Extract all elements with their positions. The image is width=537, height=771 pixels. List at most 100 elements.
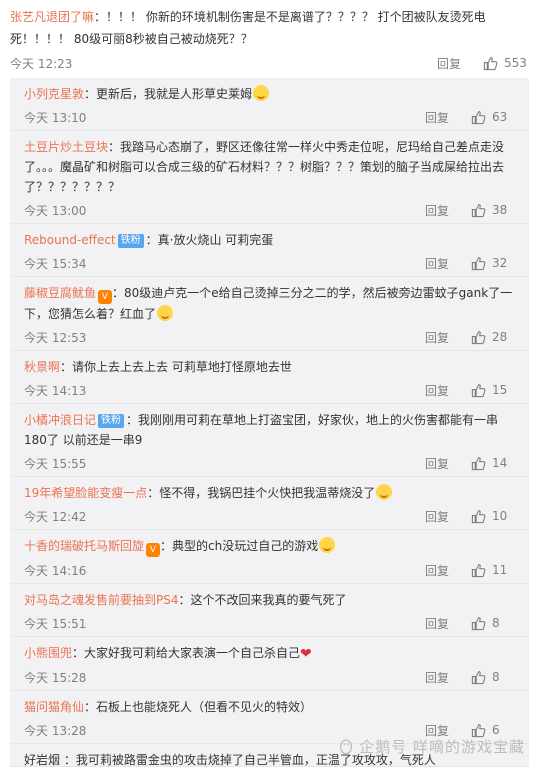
thumbs-up-icon (471, 509, 486, 523)
thumbs-up-icon (471, 203, 486, 217)
reply-button[interactable]: 回复 (425, 615, 471, 632)
reply-body: ：典型的ch没玩过自己的游戏 (160, 539, 319, 553)
reply-username[interactable]: 藤椒豆腐鱿鱼 (24, 286, 96, 300)
reply-body: ：大家好我可莉给大家表演一个自己杀自己 (72, 646, 301, 660)
reply-username[interactable]: 秋景啊 (24, 360, 60, 374)
like-count: 28 (492, 330, 508, 344)
watermark: 企鹅号 咩嘀的游戏宝藏 (337, 736, 525, 757)
like-count: 32 (492, 256, 508, 270)
reply-meta: 今天 12:53 回复 28 (24, 326, 515, 348)
reply-text: 对马岛之魂发售前要抽到PS4：这个不改回来我真的要气死了 (24, 590, 515, 610)
reply-body: ：这个不改回来我真的要气死了 (178, 593, 347, 607)
like-button[interactable]: 11 (471, 563, 515, 578)
main-comment-text: 张艺凡退团了嘛：！！！ 你新的环境机制伤害是不是离谱了？？？？ 打个团被队友烫死… (10, 6, 527, 50)
like-count: 63 (492, 110, 508, 124)
thumbs-up-icon (471, 616, 486, 630)
broken-heart-icon: ❤ (300, 646, 312, 662)
reply-username[interactable]: 十香的瑞破托马斯回旋 (24, 539, 144, 553)
reply-item: 19年希望脸能变瘦一点：怪不得，我锅巴挂个火快把我温蒂烧没了 今天 12:42 … (10, 477, 529, 530)
reply-username[interactable]: 对马岛之魂发售前要抽到PS4 (24, 593, 179, 607)
reply-button[interactable]: 回复 (425, 255, 471, 272)
penguin-logo-icon (340, 739, 353, 755)
reply-text: 秋景啊：请你上去上去上去 可莉草地打怪原地去世 (24, 357, 515, 377)
reply-meta: 今天 15:51 回复 8 (24, 612, 515, 634)
reply-button[interactable]: 回复 (425, 562, 471, 579)
reply-item: 小橘冲浪日记 铁粉 ：我刚刚用可莉在草地上打盗宝团，好家伙，地上的火伤害都能有一串1… (10, 404, 529, 477)
reply-time: 今天 15:55 (24, 456, 87, 471)
smile-emoji-icon (376, 484, 393, 500)
thumbs-up-icon (471, 670, 486, 684)
comment-thread: 张艺凡退团了嘛：！！！ 你新的环境机制伤害是不是离谱了？？？？ 打个团被队友烫死… (0, 0, 537, 771)
reply-item: 十香的瑞破托马斯回旋 V ：典型的ch没玩过自己的游戏 今天 14:16 回复 11 (10, 530, 529, 584)
reply-text: 小橘冲浪日记 铁粉 ：我刚刚用可莉在草地上打盗宝团，好家伙，地上的火伤害都能有一串1… (24, 410, 515, 450)
main-comment-meta: 今天 12:23 回复 553 (10, 52, 527, 74)
reply-text: 猫问猫角仙：石板上也能烧死人（但看不见火的特效） (24, 697, 515, 717)
main-reply-button[interactable]: 回复 (437, 55, 483, 72)
reply-body: ：怪不得，我锅巴挂个火快把我温蒂烧没了 (147, 486, 376, 500)
like-button[interactable]: 10 (471, 509, 515, 524)
reply-time: 今天 13:00 (24, 203, 87, 218)
fan-badge[interactable]: 铁粉 (98, 414, 125, 428)
like-button[interactable]: 63 (471, 110, 515, 125)
reply-body: ：真·放火烧山 可莉完蛋 (145, 233, 274, 247)
like-button[interactable]: 14 (471, 456, 515, 471)
reply-body: ：请你上去上去上去 可莉草地打怪原地去世 (60, 360, 292, 374)
reply-button[interactable]: 回复 (425, 109, 471, 126)
reply-button[interactable]: 回复 (425, 382, 471, 399)
fan-badge[interactable]: 铁粉 (117, 234, 144, 248)
reply-button[interactable]: 回复 (425, 508, 471, 525)
reply-item: 藤椒豆腐鱿鱼 V ：80级迪卢克一个e给自己烫掉三分之二的学，然后被旁边雷蚊子gan… (10, 277, 529, 351)
reply-username[interactable]: 小橘冲浪日记 (24, 413, 96, 427)
smile-emoji-icon (157, 305, 174, 321)
main-like-button[interactable]: 553 (483, 56, 527, 71)
like-button[interactable]: 8 (471, 616, 515, 631)
reply-text: Rebound-effect 铁粉 ：真·放火烧山 可莉完蛋 (24, 230, 515, 250)
thumbs-up-icon (471, 383, 486, 397)
reply-button[interactable]: 回复 (425, 329, 471, 346)
reply-username[interactable]: 小列克星敦 (24, 87, 84, 101)
reply-time: 今天 14:13 (24, 383, 87, 398)
vip-icon: V (146, 543, 161, 557)
reply-username[interactable]: 小熊围兜 (24, 646, 72, 660)
main-comment: 张艺凡退团了嘛：！！！ 你新的环境机制伤害是不是离谱了？？？？ 打个团被队友烫死… (0, 0, 537, 74)
smile-emoji-icon (253, 85, 270, 101)
thumbs-up-icon (471, 256, 486, 270)
reply-text: 19年希望脸能变瘦一点：怪不得，我锅巴挂个火快把我温蒂烧没了 (24, 483, 515, 503)
like-count: 8 (492, 616, 500, 630)
thumbs-up-icon (471, 563, 486, 577)
reply-text: 小列克星敦：更新后，我就是人形草史莱姆 (24, 84, 515, 104)
reply-meta: 今天 13:10 回复 63 (24, 106, 515, 128)
reply-button[interactable]: 回复 (425, 669, 471, 686)
reply-time: 今天 15:28 (24, 670, 87, 685)
reply-item: 对马岛之魂发售前要抽到PS4：这个不改回来我真的要气死了 今天 15:51 回复… (10, 584, 529, 637)
reply-username[interactable]: 猫问猫角仙 (24, 700, 84, 714)
like-count: 10 (492, 509, 508, 523)
watermark-text: 企鹅号 咩嘀的游戏宝藏 (359, 738, 525, 756)
like-button[interactable]: 8 (471, 670, 515, 685)
reply-item: 小列克星敦：更新后，我就是人形草史莱姆 今天 13:10 回复 63 (10, 78, 529, 131)
thumbs-up-icon (471, 110, 486, 124)
reply-item: Rebound-effect 铁粉 ：真·放火烧山 可莉完蛋 今天 15:34 回复… (10, 224, 529, 277)
reply-time: 今天 12:53 (24, 330, 87, 345)
main-comment-username[interactable]: 张艺凡退团了嘛 (10, 10, 94, 24)
reply-button[interactable]: 回复 (425, 455, 471, 472)
reply-meta: 今天 13:00 回复 38 (24, 199, 515, 221)
like-button[interactable]: 32 (471, 256, 515, 271)
like-button[interactable]: 28 (471, 330, 515, 345)
thumbs-up-icon (471, 330, 486, 344)
reply-meta: 今天 12:42 回复 10 (24, 505, 515, 527)
reply-meta: 今天 15:55 回复 14 (24, 452, 515, 474)
reply-meta: 今天 14:16 回复 11 (24, 559, 515, 581)
like-count: 14 (492, 456, 508, 470)
reply-text: 小熊围兜：大家好我可莉给大家表演一个自己杀自己❤ (24, 643, 515, 664)
reply-username[interactable]: Rebound-effect (24, 233, 116, 247)
smile-emoji-icon (319, 537, 336, 553)
reply-username[interactable]: 土豆片炒土豆块 (24, 140, 108, 154)
reply-username[interactable]: 19年希望脸能变瘦一点 (24, 486, 147, 500)
like-button[interactable]: 15 (471, 383, 515, 398)
like-button[interactable]: 38 (471, 203, 515, 218)
reply-item: 小熊围兜：大家好我可莉给大家表演一个自己杀自己❤ 今天 15:28 回复 8 (10, 637, 529, 691)
reply-item: 土豆片炒土豆块：我踏马心态崩了，野区还像往常一样火中秀走位呢，尼玛给自己差点走没… (10, 131, 529, 224)
reply-button[interactable]: 回复 (425, 202, 471, 219)
vip-icon: V (98, 290, 113, 304)
